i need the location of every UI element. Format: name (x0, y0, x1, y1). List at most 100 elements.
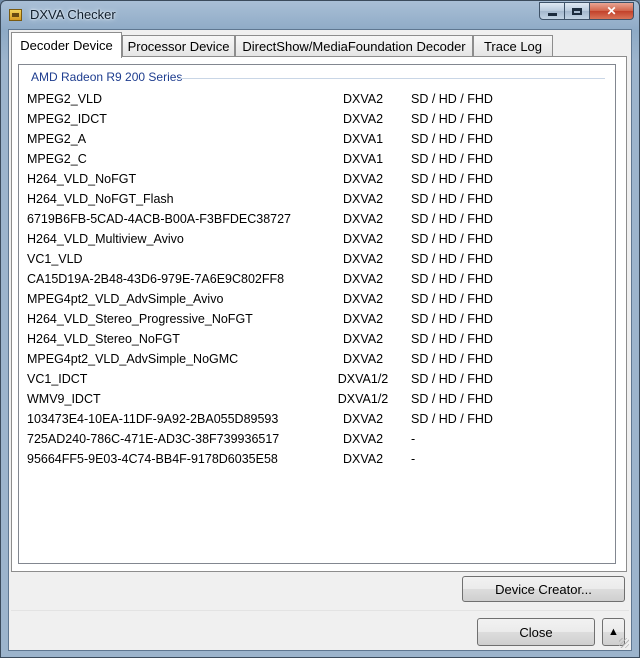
resolution-support: - (411, 452, 416, 466)
list-item[interactable]: MPEG2_VLD DXVA2 SD / HD / FHD (19, 89, 615, 109)
api-version: DXVA2 (342, 232, 384, 246)
decoder-name: 725AD240-786C-471E-AD3C-38F739936517 (27, 432, 280, 446)
group-divider (178, 78, 605, 79)
tab-directshow-decoder[interactable]: DirectShow/MediaFoundation Decoder (235, 35, 473, 57)
decoder-name: MPEG2_VLD (27, 92, 103, 106)
resolution-support: SD / HD / FHD (411, 372, 493, 386)
api-version: DXVA2 (342, 352, 384, 366)
decoder-name: 95664FF5-9E03-4C74-BB4F-9178D6035E58 (27, 452, 278, 466)
list-item[interactable]: MPEG2_A DXVA1 SD / HD / FHD (19, 129, 615, 149)
decoder-name: 103473E4-10EA-11DF-9A92-2BA055D89593 (27, 412, 279, 426)
caption-buttons: ✕ (539, 2, 634, 21)
tab-label: Processor Device (127, 39, 230, 54)
api-version: DXVA2 (342, 192, 384, 206)
close-window-button[interactable]: ✕ (590, 2, 634, 20)
window-title: DXVA Checker (30, 7, 116, 22)
list-rows: MPEG2_VLD DXVA2 SD / HD / FHD MPEG2_IDCT DXV… (19, 89, 615, 469)
list-item[interactable]: MPEG4pt2_VLD_AdvSimple_NoGMC DXVA2 SD / HD… (19, 349, 615, 369)
tab-panel: AMD Radeon R9 200 Series MPEG2_VLD DXVA2 S… (11, 56, 627, 572)
decoder-name: H264_VLD_NoFGT (27, 172, 137, 186)
resolution-support: - (411, 432, 416, 446)
decoder-name: H264_VLD_Stereo_Progressive_NoFGT (27, 312, 253, 326)
resolution-support: SD / HD / FHD (411, 132, 493, 146)
list-item[interactable]: 725AD240-786C-471E-AD3C-38F739936517 DXVA… (19, 429, 615, 449)
resolution-support: SD / HD / FHD (411, 232, 493, 246)
resolution-support: SD / HD / FHD (411, 392, 493, 406)
decoder-name: MPEG2_IDCT (27, 112, 107, 126)
group-header: AMD Radeon R9 200 Series (31, 70, 183, 84)
decoder-name: CA15D19A-2B48-43D6-979E-7A6E9C802FF8 (27, 272, 285, 286)
close-button[interactable]: Close (477, 618, 595, 646)
minimize-button[interactable] (539, 2, 565, 20)
api-version: DXVA2 (342, 112, 384, 126)
api-version: DXVA2 (342, 92, 384, 106)
list-item[interactable]: 95664FF5-9E03-4C74-BB4F-9178D6035E58 DXVA… (19, 449, 615, 469)
up-arrow-icon: ▲ (608, 626, 619, 638)
list-item[interactable]: H264_VLD_NoFGT DXVA2 SD / HD / FHD (19, 169, 615, 189)
minimize-icon (547, 12, 557, 16)
tab-processor-device[interactable]: Processor Device (122, 35, 235, 57)
resolution-support: SD / HD / FHD (411, 292, 493, 306)
device-creator-button[interactable]: Device Creator... (462, 576, 625, 602)
title-bar[interactable]: DXVA Checker ✕ (1, 1, 639, 29)
api-version: DXVA2 (342, 432, 384, 446)
list-item[interactable]: MPEG2_IDCT DXVA2 SD / HD / FHD (19, 109, 615, 129)
resize-grip[interactable] (619, 638, 629, 648)
list-item[interactable]: H264_VLD_NoFGT_Flash DXVA2 SD / HD / FHD (19, 189, 615, 209)
resolution-support: SD / HD / FHD (411, 92, 493, 106)
resolution-support: SD / HD / FHD (411, 312, 493, 326)
list-item[interactable]: WMV9_IDCT DXVA1/2 SD / HD / FHD (19, 389, 615, 409)
client-area: Decoder Device Processor Device DirectSh… (8, 29, 632, 651)
tab-label: Decoder Device (20, 38, 113, 53)
decoder-name: VC1_IDCT (27, 372, 88, 386)
decoder-name: MPEG4pt2_VLD_AdvSimple_Avivo (27, 292, 224, 306)
list-item[interactable]: H264_VLD_Stereo_NoFGT DXVA2 SD / HD / FHD (19, 329, 615, 349)
tab-label: Trace Log (483, 39, 543, 54)
resolution-support: SD / HD / FHD (411, 272, 493, 286)
decoder-name: MPEG2_C (27, 152, 87, 166)
app-window: DXVA Checker ✕ Decoder Device Processor … (0, 0, 640, 658)
resolution-support: SD / HD / FHD (411, 352, 493, 366)
app-icon (9, 9, 22, 21)
api-version: DXVA1 (342, 152, 384, 166)
decoder-list[interactable]: AMD Radeon R9 200 Series MPEG2_VLD DXVA2 S… (18, 64, 616, 564)
api-version: DXVA2 (342, 452, 384, 466)
tab-trace-log[interactable]: Trace Log (473, 35, 553, 57)
list-item[interactable]: MPEG2_C DXVA1 SD / HD / FHD (19, 149, 615, 169)
tab-label: DirectShow/MediaFoundation Decoder (242, 39, 466, 54)
divider (11, 610, 629, 611)
resolution-support: SD / HD / FHD (411, 112, 493, 126)
list-item[interactable]: CA15D19A-2B48-43D6-979E-7A6E9C802FF8 DXVA… (19, 269, 615, 289)
resolution-support: SD / HD / FHD (411, 172, 493, 186)
list-item[interactable]: 103473E4-10EA-11DF-9A92-2BA055D89593 DXVA… (19, 409, 615, 429)
resolution-support: SD / HD / FHD (411, 332, 493, 346)
resolution-support: SD / HD / FHD (411, 252, 493, 266)
maximize-button[interactable] (565, 2, 590, 20)
list-item[interactable]: 6719B6FB-5CAD-4ACB-B00A-F3BFDEC38727 DXVA… (19, 209, 615, 229)
resolution-support: SD / HD / FHD (411, 212, 493, 226)
api-version: DXVA2 (342, 312, 384, 326)
close-icon: ✕ (606, 4, 617, 18)
api-version: DXVA2 (342, 252, 384, 266)
tab-decoder-device[interactable]: Decoder Device (11, 32, 122, 58)
maximize-icon (572, 7, 582, 15)
api-version: DXVA1 (342, 132, 384, 146)
list-item[interactable]: VC1_IDCT DXVA1/2 SD / HD / FHD (19, 369, 615, 389)
decoder-name: H264_VLD_Multiview_Avivo (27, 232, 184, 246)
api-version: DXVA1/2 (337, 372, 389, 386)
resolution-support: SD / HD / FHD (411, 152, 493, 166)
decoder-name: MPEG2_A (27, 132, 87, 146)
api-version: DXVA2 (342, 292, 384, 306)
list-item[interactable]: H264_VLD_Stereo_Progressive_NoFGT DXVA2 SD… (19, 309, 615, 329)
api-version: DXVA2 (342, 212, 384, 226)
list-item[interactable]: VC1_VLD DXVA2 SD / HD / FHD (19, 249, 615, 269)
api-version: DXVA2 (342, 412, 384, 426)
resolution-support: SD / HD / FHD (411, 192, 493, 206)
decoder-name: H264_VLD_NoFGT_Flash (27, 192, 174, 206)
api-version: DXVA2 (342, 172, 384, 186)
list-item[interactable]: H264_VLD_Multiview_Avivo DXVA2 SD / HD / F… (19, 229, 615, 249)
api-version: DXVA2 (342, 272, 384, 286)
decoder-name: 6719B6FB-5CAD-4ACB-B00A-F3BFDEC38727 (27, 212, 292, 226)
list-item[interactable]: MPEG4pt2_VLD_AdvSimple_Avivo DXVA2 SD / HD… (19, 289, 615, 309)
decoder-name: VC1_VLD (27, 252, 83, 266)
